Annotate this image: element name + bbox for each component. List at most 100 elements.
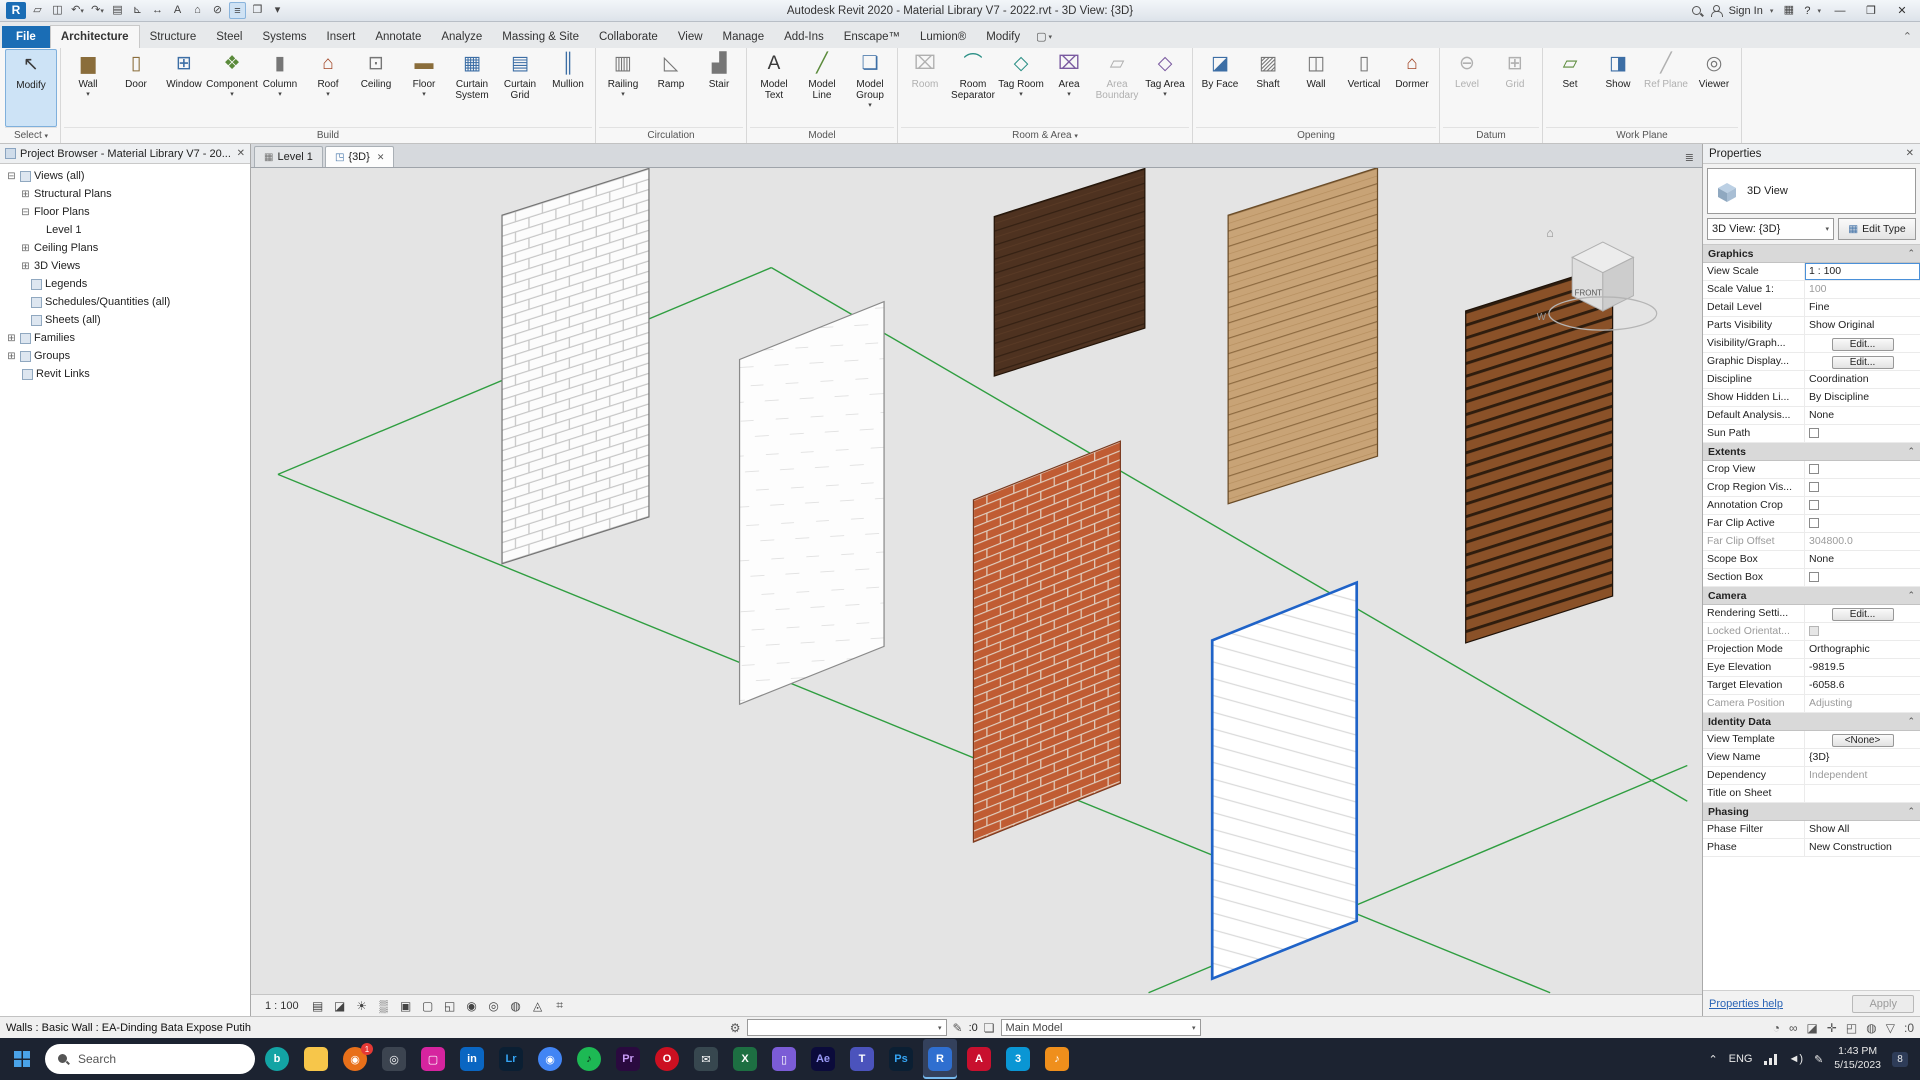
application-menu-button[interactable]: R (6, 2, 26, 19)
select-pinned-toggle-icon[interactable]: ✛ (1827, 1021, 1837, 1035)
clock[interactable]: 1:43 PM 5/15/2023 (1834, 1045, 1881, 1072)
collapse-icon[interactable]: ⌃ (1907, 248, 1915, 259)
sign-in-caret-icon[interactable]: ▾ (1770, 7, 1774, 15)
switch-windows-icon[interactable]: ❐ (249, 2, 266, 19)
save-icon[interactable]: ◫ (49, 2, 66, 19)
tool-door[interactable]: ▯ Door (112, 49, 160, 127)
taskbar-app-revit[interactable]: R (928, 1047, 952, 1071)
taskbar-app-excel[interactable]: X (733, 1047, 757, 1071)
customize-qat-icon[interactable]: ▾ (269, 2, 286, 19)
tree-item-structural-plans[interactable]: ⊞ Structural Plans (0, 185, 250, 203)
tool-vertical-opening[interactable]: ▯ Vertical (1340, 49, 1388, 127)
tool-modify[interactable]: ↖ Modify (5, 49, 57, 127)
taskbar-app-chrome[interactable]: ◉ (538, 1047, 562, 1071)
tool-wall-opening[interactable]: ◫ Wall (1292, 49, 1340, 127)
expander-icon[interactable]: ⊟ (20, 207, 31, 218)
tab-collaborate[interactable]: Collaborate (589, 26, 668, 48)
tool-room[interactable]: ⌧ Room (901, 49, 949, 127)
select-links-toggle-icon[interactable]: ∞ (1789, 1021, 1798, 1035)
view-template-button[interactable]: <None> (1831, 734, 1894, 747)
tab-add-ins[interactable]: Add-Ins (774, 26, 834, 48)
project-browser-close-icon[interactable]: ✕ (237, 148, 245, 159)
view-name-value[interactable]: {3D} (1805, 749, 1920, 766)
taskbar-app-autocad[interactable]: A (967, 1047, 991, 1071)
tool-roof[interactable]: ⌂ Roof ▾ (304, 49, 352, 127)
discipline-value[interactable]: Coordination (1805, 371, 1920, 388)
drawing-area[interactable]: ⌂ FRONT W (251, 168, 1702, 994)
help-caret-icon[interactable]: ▾ (1817, 7, 1821, 15)
tool-viewer[interactable]: ◎ Viewer (1690, 49, 1738, 127)
sun-path-checkbox[interactable] (1809, 428, 1819, 438)
ribbon-display-toggle-icon[interactable]: ⌃ (1903, 30, 1912, 48)
taskbar-app-lightroom[interactable]: Lr (499, 1047, 523, 1071)
view-tab-3d[interactable]: ◳ {3D} ✕ (324, 146, 395, 167)
show-crop-region-icon[interactable]: ◱ (441, 999, 459, 1013)
tab-structure[interactable]: Structure (140, 26, 207, 48)
visual-style-icon[interactable]: ◪ (331, 999, 349, 1013)
tool-wall[interactable]: ▆ Wall ▾ (64, 49, 112, 127)
select-by-face-toggle-icon[interactable]: ◰ (1846, 1021, 1857, 1035)
tool-component[interactable]: ❖ Component ▾ (206, 49, 258, 127)
user-icon[interactable] (1710, 4, 1723, 17)
default-analysis-value[interactable]: None (1805, 407, 1920, 424)
view-scale-value[interactable]: 1 : 100 (1805, 263, 1920, 280)
tree-item-families[interactable]: ⊞ Families (0, 329, 250, 347)
graphic-display-edit-button[interactable]: Edit... (1831, 356, 1894, 369)
tab-view[interactable]: View (668, 26, 713, 48)
tool-set[interactable]: ▱ Set (1546, 49, 1594, 127)
wall-white-brick[interactable] (501, 168, 650, 565)
tool-ref-plane[interactable]: ╱ Ref Plane (1642, 49, 1690, 127)
temporary-view-properties-icon[interactable]: ◬ (529, 999, 547, 1013)
tool-model-line[interactable]: ╱ Model Line (798, 49, 846, 127)
tool-column[interactable]: ▮ Column ▾ (256, 49, 304, 127)
phase-filter-value[interactable]: Show All (1805, 821, 1920, 838)
default-3d-view-icon[interactable]: ⌂ (189, 2, 206, 19)
expander-icon[interactable]: ⊟ (6, 171, 17, 182)
shadows-icon[interactable]: ▒ (375, 999, 393, 1013)
wall-dark-wood[interactable] (993, 168, 1146, 377)
phase-value[interactable]: New Construction (1805, 839, 1920, 856)
tree-item-ceiling-plans[interactable]: ⊞ Ceiling Plans (0, 239, 250, 257)
design-options-icon[interactable]: ❏ (984, 1021, 995, 1035)
tab-manage[interactable]: Manage (713, 26, 775, 48)
section-camera[interactable]: Camera ⌃ (1703, 587, 1920, 605)
hidden-icons-chevron[interactable]: ⌃ (1708, 1053, 1717, 1066)
section-graphics[interactable]: Graphics ⌃ (1703, 245, 1920, 263)
properties-help-link[interactable]: Properties help (1709, 998, 1783, 1010)
analytical-model-icon[interactable]: ⌗ (551, 998, 569, 1013)
tool-ceiling[interactable]: ⊡ Ceiling (352, 49, 400, 127)
taskbar-app-obs[interactable]: ◎ (382, 1047, 406, 1071)
project-browser-header[interactable]: Project Browser - Material Library V7 - … (0, 144, 250, 164)
network-icon[interactable] (1763, 1053, 1778, 1065)
tab-insert[interactable]: Insert (317, 26, 366, 48)
taskbar-app-phone-link[interactable]: ▯ (772, 1047, 796, 1071)
rendering-settings-edit-button[interactable]: Edit... (1831, 608, 1894, 621)
aligned-dimension-icon[interactable]: ↔ (149, 2, 166, 19)
taskbar-app-instagram[interactable]: ▢ (421, 1047, 445, 1071)
apply-button[interactable]: Apply (1852, 994, 1914, 1013)
tool-curtain-system[interactable]: ▦ Curtain System (448, 49, 496, 127)
select-underlay-toggle-icon[interactable]: ◪ (1807, 1021, 1818, 1035)
collapse-icon[interactable]: ⌃ (1907, 806, 1915, 817)
tree-item-legends[interactable]: Legends (0, 275, 250, 293)
maximize-button[interactable]: ❐ (1859, 4, 1883, 17)
scale-button[interactable]: 1 : 100 (259, 1000, 305, 1012)
background-processes-icon[interactable]: ◔ (1773, 1021, 1780, 1035)
taskbar-app-linkedin[interactable]: in (460, 1047, 484, 1071)
close-button[interactable]: ✕ (1890, 4, 1914, 17)
wall-selected-white-brick[interactable] (1210, 580, 1359, 981)
wall-white-panel[interactable] (738, 300, 885, 706)
modify-selection-dropdown[interactable]: ▢ ▾ (1036, 30, 1052, 48)
tree-item-sheets[interactable]: Sheets (all) (0, 311, 250, 329)
undo-icon[interactable]: ↶▾ (69, 2, 86, 19)
tool-mullion[interactable]: ║ Mullion (544, 49, 592, 127)
taskbar-app-file-explorer[interactable] (304, 1047, 328, 1071)
visibility-graphics-edit-button[interactable]: Edit... (1831, 338, 1894, 351)
redo-icon[interactable]: ↷▾ (89, 2, 106, 19)
viewcube-home-icon[interactable]: ⌂ (1546, 226, 1553, 240)
taskbar-app-premiere[interactable]: Pr (616, 1047, 640, 1071)
tool-floor[interactable]: ▬ Floor ▾ (400, 49, 448, 127)
edit-type-button[interactable]: ▦ Edit Type (1838, 218, 1916, 240)
taskbar-app-spotify[interactable]: ♪ (577, 1047, 601, 1071)
taskbar-app-teams[interactable]: T (850, 1047, 874, 1071)
